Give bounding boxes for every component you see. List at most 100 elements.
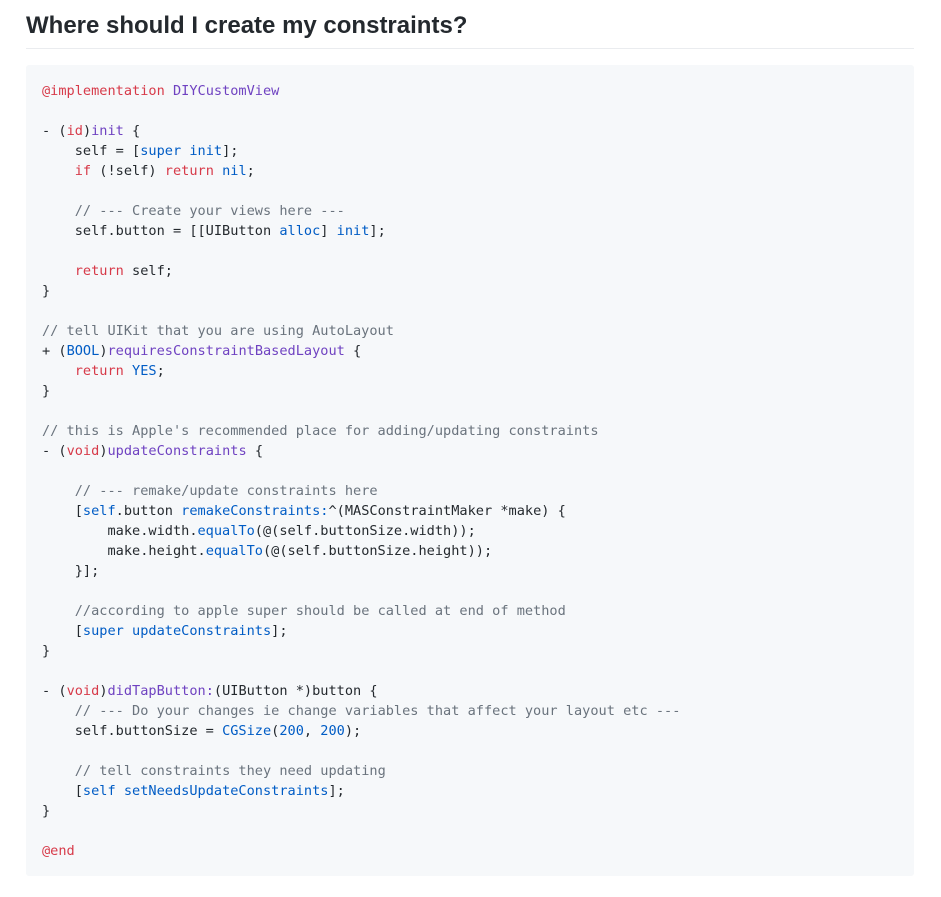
code-function: init xyxy=(91,123,124,139)
code-text: ]; xyxy=(369,223,386,239)
code-function: requiresConstraintBasedLayout xyxy=(107,343,345,359)
code-line: + (BOOL)requiresConstraintBasedLayout { xyxy=(42,341,898,361)
code-constant: CGSize xyxy=(222,723,272,739)
code-keyword: id xyxy=(66,123,83,139)
code-text: - ( xyxy=(42,683,67,699)
code-function: updateConstraints xyxy=(107,443,247,459)
section-heading: Where should I create my constraints? xyxy=(26,8,914,49)
code-line: self.button = [[UIButton alloc] init]; xyxy=(42,221,898,241)
code-comment: //according to apple super should be cal… xyxy=(74,603,566,619)
code-line: //according to apple super should be cal… xyxy=(42,601,898,621)
code-line: // --- remake/update constraints here xyxy=(42,481,898,501)
code-constant: remakeConstraints: xyxy=(181,503,329,519)
code-text: [ xyxy=(42,623,83,639)
code-text: ) xyxy=(82,123,92,139)
code-line: - (void)updateConstraints { xyxy=(42,441,898,461)
code-text: ); xyxy=(344,723,362,739)
code-text: } xyxy=(42,643,51,659)
code-line: @end xyxy=(42,841,898,861)
code-constant: nil xyxy=(222,163,247,179)
code-text: make.width. xyxy=(42,523,198,539)
code-comment: // --- remake/update constraints here xyxy=(74,483,378,499)
code-comment: // tell constraints they need updating xyxy=(74,763,386,779)
code-line: if (!self) return nil; xyxy=(42,161,898,181)
code-keyword: @end xyxy=(42,843,75,859)
code-block[interactable]: @implementation DIYCustomView - (id)init… xyxy=(26,65,914,876)
code-text: ) xyxy=(99,343,108,359)
code-line: // tell constraints they need updating xyxy=(42,761,898,781)
code-text: ^(MASConstraintMaker *make) { xyxy=(328,503,566,519)
code-keyword: if xyxy=(74,163,92,179)
code-text: [ xyxy=(42,503,83,519)
code-text: self = [ xyxy=(42,143,141,159)
code-text: (UIButton *)button { xyxy=(213,683,378,699)
code-line: return YES; xyxy=(42,361,898,381)
code-constant: setNeedsUpdateConstraints xyxy=(123,783,329,799)
code-comment: // tell UIKit that you are using AutoLay… xyxy=(42,323,394,339)
code-text: [ xyxy=(42,783,83,799)
code-constant: equalTo xyxy=(197,523,255,539)
code-line: } xyxy=(42,801,898,821)
code-text: - ( xyxy=(42,443,67,459)
code-line: self.buttonSize = CGSize(200, 200); xyxy=(42,721,898,741)
code-line: - (void)didTapButton:(UIButton *)button … xyxy=(42,681,898,701)
code-text: }]; xyxy=(42,563,100,579)
code-line: - (id)init { xyxy=(42,121,898,141)
code-text: ) xyxy=(99,683,108,699)
code-text: ]; xyxy=(271,623,288,639)
code-text: make.height. xyxy=(42,543,206,559)
code-keyword: void xyxy=(66,683,100,699)
code-text: ]; xyxy=(328,783,345,799)
code-line: [super updateConstraints]; xyxy=(42,621,898,641)
code-constant: 200 xyxy=(320,723,345,739)
code-function: DIYCustomView xyxy=(172,83,280,99)
code-keyword: void xyxy=(66,443,100,459)
code-line: // tell UIKit that you are using AutoLay… xyxy=(42,321,898,341)
code-comment: // this is Apple's recommended place for… xyxy=(42,423,599,439)
code-text: self.buttonSize = xyxy=(42,723,223,739)
code-constant: alloc xyxy=(279,223,321,239)
code-constant: BOOL xyxy=(66,343,100,359)
code-line: make.width.equalTo(@(self.buttonSize.wid… xyxy=(42,521,898,541)
code-line: } xyxy=(42,641,898,661)
code-text: ] xyxy=(320,223,337,239)
code-keyword: return xyxy=(74,263,124,279)
code-comment: // --- Create your views here --- xyxy=(74,203,345,219)
code-text: ) xyxy=(99,443,108,459)
code-text: .button xyxy=(115,503,182,519)
code-line: // this is Apple's recommended place for… xyxy=(42,421,898,441)
code-constant: YES xyxy=(132,363,157,379)
code-text: ; xyxy=(156,363,165,379)
code-text: (!self) xyxy=(91,163,165,179)
code-constant: init xyxy=(189,143,223,159)
code-text: { xyxy=(344,343,362,359)
code-line: }]; xyxy=(42,561,898,581)
code-comment: // --- Do your changes ie change variabl… xyxy=(74,703,681,719)
code-line: [self setNeedsUpdateConstraints]; xyxy=(42,781,898,801)
code-line: } xyxy=(42,281,898,301)
code-constant: super xyxy=(140,143,182,159)
code-line: make.height.equalTo(@(self.buttonSize.he… xyxy=(42,541,898,561)
code-text: ; xyxy=(246,163,255,179)
code-constant: init xyxy=(336,223,370,239)
code-text: self.button = [[UIButton xyxy=(42,223,280,239)
code-line: @implementation DIYCustomView xyxy=(42,81,898,101)
code-text: (@(self.buttonSize.height)); xyxy=(262,543,493,559)
code-function: didTapButton: xyxy=(107,683,214,699)
